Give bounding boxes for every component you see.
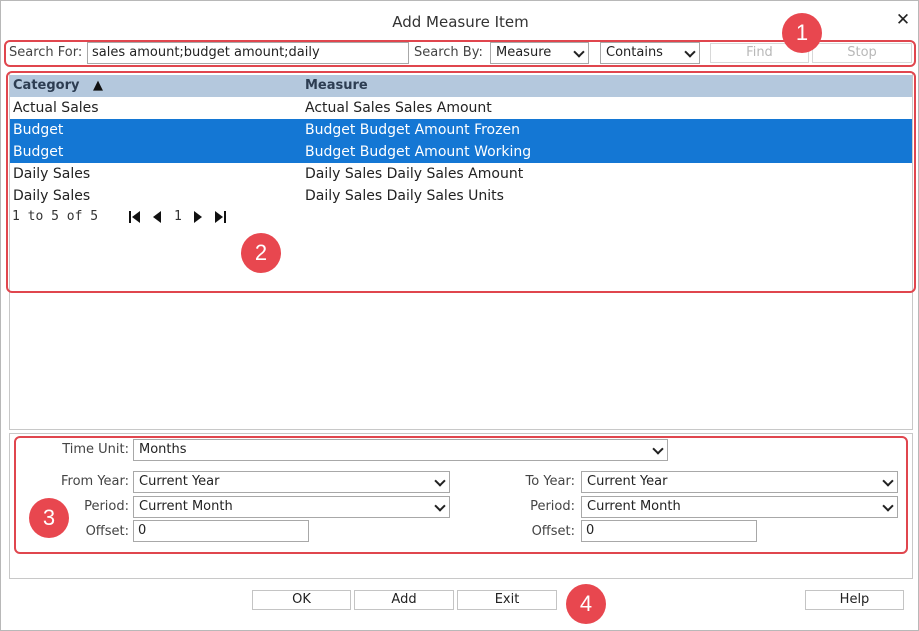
to-period-value: Current Month [587,499,681,514]
callout-1: 1 [782,13,822,53]
search-by-value: Measure [496,45,552,60]
chevron-down-icon [573,46,585,58]
from-period-value: Current Month [139,499,233,514]
from-year-label: From Year: [60,474,129,489]
chevron-down-icon [434,475,446,487]
match-mode-select[interactable]: Contains [600,42,700,64]
chevron-down-icon [434,500,446,512]
time-unit-select[interactable]: Months [133,439,668,461]
close-icon[interactable]: ✕ [894,11,912,29]
search-by-select[interactable]: Measure [490,42,589,64]
from-period-select[interactable]: Current Month [133,496,450,518]
callout-2: 2 [241,233,281,273]
ok-button[interactable]: OK [252,590,351,610]
to-year-value: Current Year [587,474,668,489]
chevron-down-icon [652,443,664,455]
stop-button[interactable]: Stop [812,43,912,63]
chevron-down-icon [882,475,894,487]
to-offset-input[interactable]: 0 [581,520,757,542]
to-period-select[interactable]: Current Month [581,496,898,518]
from-offset-input[interactable]: 0 [133,520,309,542]
from-year-select[interactable]: Current Year [133,471,450,493]
add-measure-dialog: Add Measure Item ✕ Search For: sales amo… [0,0,919,631]
to-period-label: Period: [530,499,575,514]
exit-button[interactable]: Exit [457,590,557,610]
search-for-label: Search For: [9,45,83,60]
callout-4: 4 [566,584,606,624]
time-unit-value: Months [139,442,187,457]
add-button[interactable]: Add [354,590,454,610]
to-offset-label: Offset: [531,524,575,539]
from-year-value: Current Year [139,474,220,489]
to-year-select[interactable]: Current Year [581,471,898,493]
dialog-title: Add Measure Item [392,13,529,31]
chevron-down-icon [684,46,696,58]
callout-3: 3 [29,498,69,538]
search-input[interactable]: sales amount;budget amount;daily [87,42,409,64]
callout-box-grid [6,71,916,293]
match-mode-value: Contains [606,45,663,60]
help-button[interactable]: Help [805,590,904,610]
to-year-label: To Year: [525,474,576,489]
search-by-label: Search By: [414,45,483,60]
chevron-down-icon [882,500,894,512]
time-unit-label: Time Unit: [62,442,129,457]
